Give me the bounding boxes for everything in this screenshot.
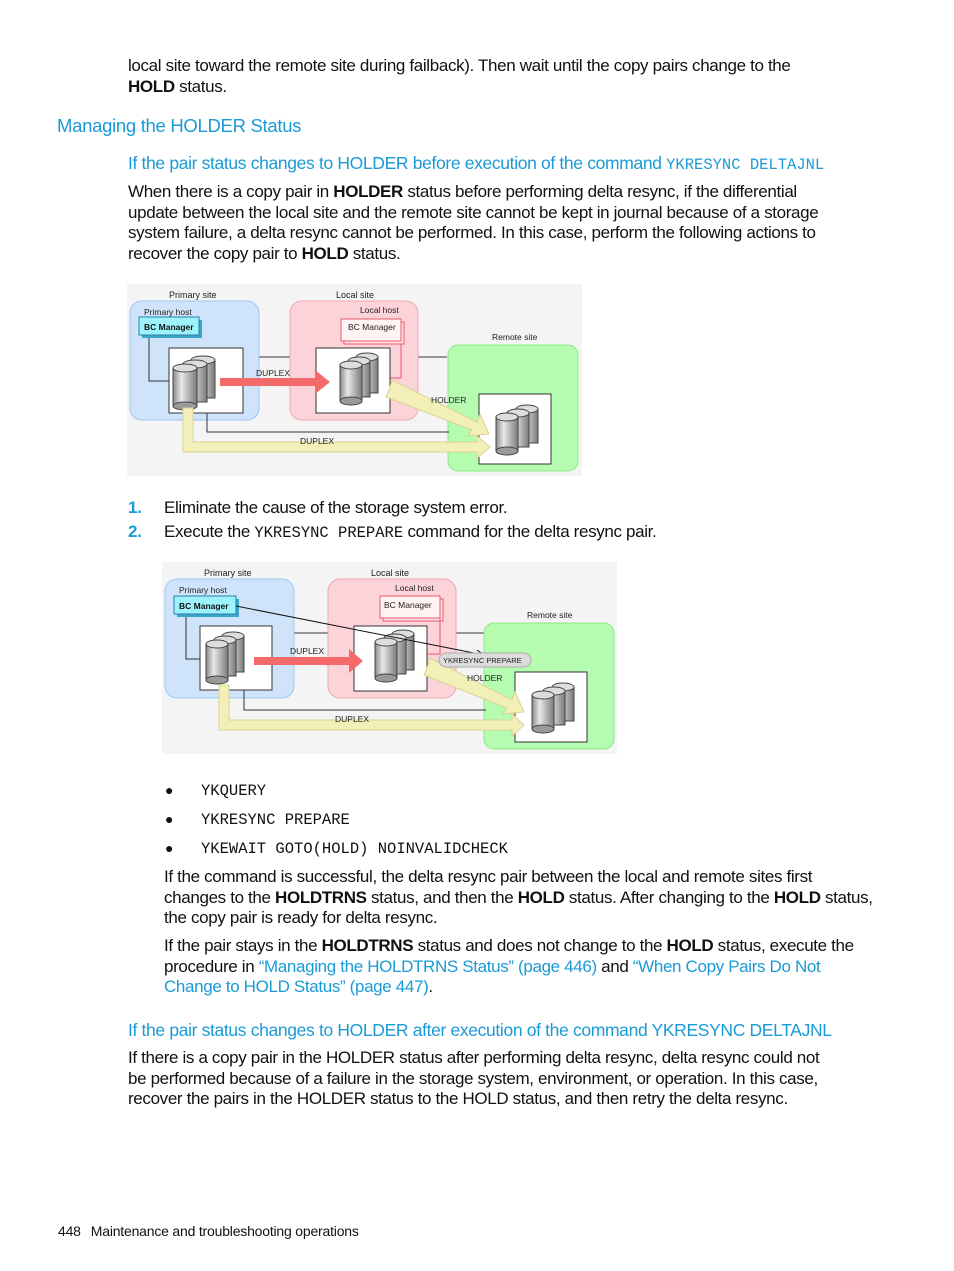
text: status and does not change to the — [413, 936, 667, 955]
diagram-holder-before: Primary site Primary host BC Manager Loc… — [127, 284, 582, 476]
step-text: Eliminate the cause of the storage syste… — [164, 498, 508, 517]
para-line: update between the local site and the re… — [128, 202, 819, 222]
text: When there is a copy pair in — [128, 182, 334, 201]
stuck-paragraph: If the pair stays in the HOLDTRNS status… — [164, 936, 854, 998]
intro-text: status. — [174, 77, 227, 96]
text: status. After changing to the — [564, 887, 774, 907]
primary-site-label: Primary site — [169, 290, 217, 300]
para-line: be performed because of a failure in the… — [128, 1068, 818, 1088]
command-list: ● YKQUERY ● YKRESYNC PREPARE ● YKEWAIT GOTO… — [165, 782, 508, 869]
chapter-title: Maintenance and troubleshooting operatio… — [90, 1223, 359, 1239]
page-number: 448 — [58, 1223, 81, 1239]
text: procedure in — [164, 956, 259, 976]
text: and — [596, 956, 633, 976]
primary-site-label: Primary site — [204, 568, 252, 578]
para-line: system failure, a delta resync cannot be… — [128, 223, 816, 242]
section-heading: Managing the HOLDER Status — [57, 115, 302, 136]
link-when-copy-pairs-part1[interactable]: “When Copy Pairs Do Not — [633, 957, 821, 976]
text: status. — [348, 243, 401, 263]
command-text: YKEWAIT GOTO(HOLD) NOINVALIDCHECK — [201, 840, 508, 858]
subsection-heading-after: If the pair status changes to HOLDER aft… — [128, 1020, 832, 1040]
step-1: 1. Eliminate the cause of the storage sys… — [128, 498, 656, 519]
text: status, execute the — [713, 936, 854, 955]
text: If the pair stays in the — [164, 936, 322, 955]
bold-holdtrns: HOLDTRNS — [275, 887, 367, 907]
text: . — [428, 977, 433, 996]
command-item: ● YKQUERY — [165, 782, 508, 811]
bc-manager-label: BC Manager — [179, 601, 229, 611]
step-number: 2. — [128, 521, 142, 541]
heading-code: YKRESYNC DELTAJNL — [666, 156, 825, 174]
duplex-label-bottom: DUPLEX — [335, 714, 369, 724]
local-host-label: Local host — [395, 583, 434, 593]
para-line: When there is a copy pair in HOLDER stat… — [128, 182, 818, 203]
bullet-icon: ● — [165, 840, 174, 856]
local-site-label: Local site — [336, 290, 374, 300]
text: status, — [820, 887, 873, 907]
bold-holder: HOLDER — [333, 182, 403, 201]
link-when-copy-pairs-part2[interactable]: Change to HOLD Status” (page 447) — [164, 977, 429, 996]
text: status before performing delta resync, i… — [402, 182, 797, 201]
step-text: command for the delta resync pair. — [403, 521, 657, 541]
command-bubble-label: YKRESYNC PREPARE — [443, 656, 522, 665]
step-number: 1. — [128, 498, 142, 517]
step-2: 2. Execute the YKRESYNC PREPARE command f… — [128, 521, 657, 544]
text: status, and then the — [366, 887, 518, 907]
remote-site-label: Remote site — [527, 610, 573, 620]
local-host-label: Local host — [360, 305, 399, 315]
bold-hold: HOLD — [773, 887, 821, 907]
subsection1-paragraph: When there is a copy pair in HOLDER stat… — [128, 182, 819, 265]
intro-line-2: HOLD status. — [128, 77, 227, 98]
bold-hold: HOLD — [128, 77, 175, 96]
holder-label: HOLDER — [467, 673, 502, 683]
command-text: YKQUERY — [201, 782, 267, 800]
para-line: If the pair stays in the HOLDTRNS status… — [164, 936, 854, 957]
result-paragraph: If the command is successful, the delta … — [164, 867, 873, 929]
page-footer: 448 Maintenance and troubleshooting opera… — [58, 1223, 359, 1239]
para-line: recover the pairs in the HOLDER status t… — [128, 1089, 788, 1108]
bold-holdtrns: HOLDTRNS — [321, 936, 414, 955]
bullet-icon: ● — [165, 782, 174, 798]
bullet-icon: ● — [165, 811, 174, 827]
local-bc-manager-label: BC Manager — [348, 322, 396, 332]
command-text: YKRESYNC PREPARE — [201, 811, 350, 829]
bold-hold: HOLD — [301, 243, 349, 263]
para-line: changes to the HOLDTRNS status, and then… — [164, 888, 873, 909]
step-code: YKRESYNC PREPARE — [254, 523, 404, 542]
duplex-label-top: DUPLEX — [256, 368, 290, 378]
remote-site-label: Remote site — [492, 332, 538, 342]
text: changes to the — [164, 887, 276, 907]
para-line: If the command is successful, the delta … — [164, 867, 813, 886]
heading-text: If the pair status changes to HOLDER bef… — [128, 153, 667, 173]
diagram-ykresync-prepare: Primary site Primary host BC Manager Loc… — [162, 562, 617, 754]
duplex-label-top: DUPLEX — [290, 646, 324, 656]
command-item: ● YKRESYNC PREPARE — [165, 811, 508, 840]
holder-label: HOLDER — [431, 395, 466, 405]
bold-hold: HOLD — [666, 936, 714, 955]
para-line: procedure in “Managing the HOLDTRNS Stat… — [164, 957, 854, 978]
duplex-label-bottom: DUPLEX — [300, 436, 334, 446]
step-text: Execute the — [164, 521, 255, 541]
para-line: the copy pair is ready for delta resync. — [164, 908, 438, 927]
steps-list: 1. Eliminate the cause of the storage sys… — [128, 498, 657, 544]
bold-hold: HOLD — [517, 887, 565, 907]
primary-host-label: Primary host — [144, 307, 192, 317]
bc-manager-label: BC Manager — [144, 322, 194, 332]
subsection-heading-before: If the pair status changes to HOLDER bef… — [128, 153, 824, 174]
command-item: ● YKEWAIT GOTO(HOLD) NOINVALIDCHECK — [165, 840, 508, 869]
para-line: recover the copy pair to HOLD status. — [128, 244, 818, 265]
local-bc-manager-label: BC Manager — [384, 600, 432, 610]
subsection2-paragraph: If there is a copy pair in the HOLDER st… — [128, 1048, 820, 1110]
para-line: If there is a copy pair in the HOLDER st… — [128, 1048, 820, 1067]
link-managing-holdtrns[interactable]: “Managing the HOLDTRNS Status” (page 446… — [259, 957, 597, 976]
intro-line-1: local site toward the remote site during… — [128, 56, 791, 75]
para-line: Change to HOLD Status” (page 447). — [164, 977, 854, 998]
text: recover the copy pair to — [128, 243, 302, 263]
local-site-label: Local site — [371, 568, 409, 578]
primary-host-label: Primary host — [179, 585, 227, 595]
